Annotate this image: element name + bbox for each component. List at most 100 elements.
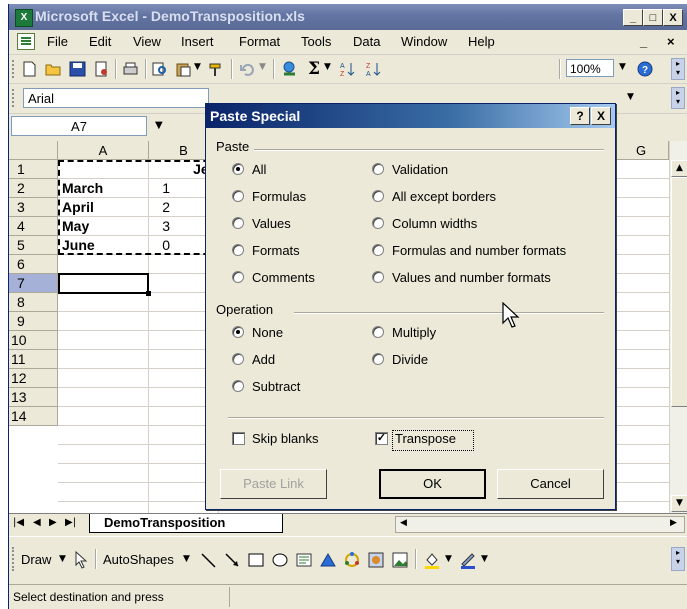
workbook-minimize-button[interactable]: _	[640, 34, 647, 49]
wordart-tool-icon[interactable]	[319, 551, 337, 569]
name-box-dropdown-icon[interactable]: ▼	[155, 120, 163, 131]
name-box[interactable]: A7	[11, 116, 147, 136]
menu-format[interactable]: Format	[239, 34, 280, 49]
arrow-tool-icon[interactable]	[223, 551, 241, 569]
sheet-tab-bar: |◀ ◀ ▶ ▶| DemoTransposition ◀ ▶	[9, 513, 687, 536]
new-icon[interactable]	[21, 61, 38, 77]
row-header[interactable]: 11	[9, 350, 58, 369]
column-header-g[interactable]: G	[614, 141, 669, 160]
paste-dropdown-icon[interactable]: ▼	[194, 62, 201, 72]
workbook-icon[interactable]	[17, 33, 35, 50]
zoom-select[interactable]: 100%	[566, 59, 614, 77]
dialog-title-bar[interactable]: Paste Special ? X	[206, 104, 615, 128]
paste-icon[interactable]	[175, 61, 192, 77]
first-sheet-icon[interactable]: |◀	[13, 517, 24, 528]
dialog-help-button[interactable]: ?	[570, 107, 590, 125]
row-header[interactable]: 13	[9, 388, 58, 407]
row-header[interactable]: 8	[9, 293, 58, 312]
close-button[interactable]: X	[663, 9, 683, 26]
menu-window[interactable]: Window	[401, 34, 447, 49]
scroll-right-button[interactable]: ▶	[670, 518, 677, 528]
picture-tool-icon[interactable]	[391, 551, 409, 569]
scroll-thumb[interactable]	[671, 177, 687, 407]
autosum-dropdown-icon[interactable]: ▼	[324, 62, 331, 72]
minimize-button[interactable]: _	[623, 9, 643, 26]
dialog-close-button[interactable]: X	[591, 107, 611, 125]
research-icon[interactable]	[151, 61, 168, 77]
menu-edit[interactable]: Edit	[89, 34, 111, 49]
print-icon[interactable]	[122, 61, 139, 77]
save-icon[interactable]	[69, 61, 86, 77]
diagram-tool-icon[interactable]	[343, 551, 361, 569]
row-header-selected[interactable]: 7	[9, 274, 58, 293]
textbox-tool-icon[interactable]	[295, 551, 313, 569]
sort-descending-icon[interactable]: ZA	[365, 61, 382, 77]
horizontal-scrollbar[interactable]: ◀ ▶	[395, 516, 685, 533]
fill-handle[interactable]	[146, 291, 151, 296]
toolbar-grip[interactable]	[12, 89, 17, 107]
fill-color-dropdown-icon[interactable]: ▼	[445, 554, 452, 564]
cancel-button[interactable]: Cancel	[497, 469, 604, 499]
rectangle-tool-icon[interactable]	[247, 551, 265, 569]
menu-tools[interactable]: Tools	[301, 34, 331, 49]
line-color-icon[interactable]	[459, 551, 477, 569]
line-tool-icon[interactable]	[199, 551, 217, 569]
font-select[interactable]: Arial	[23, 88, 209, 108]
permission-icon[interactable]	[93, 61, 110, 77]
row-header[interactable]: 3	[9, 198, 58, 217]
row-header[interactable]: 10	[9, 331, 58, 350]
row-header[interactable]: 4	[9, 217, 58, 236]
autosum-icon[interactable]: Σ	[308, 59, 320, 79]
open-icon[interactable]	[45, 61, 62, 77]
row-header[interactable]: 12	[9, 369, 58, 388]
row-header[interactable]: 14	[9, 407, 58, 426]
zoom-dropdown-icon[interactable]: ▼	[619, 62, 626, 72]
hyperlink-icon[interactable]	[281, 61, 298, 77]
toolbar-options-icon[interactable]: ▸ ▾	[671, 547, 685, 571]
toolbar-grip[interactable]	[12, 60, 17, 78]
next-sheet-icon[interactable]: ▶	[49, 517, 57, 528]
select-all-corner[interactable]	[9, 141, 58, 160]
select-objects-icon[interactable]	[73, 551, 89, 569]
scroll-down-button[interactable]: ▼	[671, 495, 687, 512]
workbook-close-button[interactable]: ×	[667, 34, 675, 49]
autoshapes-menu-button[interactable]: AutoShapes	[103, 552, 174, 567]
toolbar-options-icon[interactable]: ▸ ▾	[671, 58, 685, 80]
autoshapes-dropdown-icon[interactable]: ▼	[183, 554, 190, 564]
paste-link-button[interactable]: Paste Link	[220, 469, 327, 499]
ok-button[interactable]: OK	[379, 469, 486, 499]
row-header[interactable]: 9	[9, 312, 58, 331]
fill-color-icon[interactable]	[423, 551, 441, 569]
clipart-tool-icon[interactable]	[367, 551, 385, 569]
menu-data[interactable]: Data	[353, 34, 380, 49]
line-color-dropdown-icon[interactable]: ▼	[481, 554, 488, 564]
column-header-a[interactable]: A	[58, 141, 149, 160]
vertical-scrollbar[interactable]: ▲ ▼	[669, 141, 687, 513]
undo-dropdown-icon[interactable]: ▼	[259, 62, 266, 72]
draw-menu-button[interactable]: Draw	[21, 552, 51, 567]
font-color-dropdown-icon[interactable]: ▼	[627, 92, 634, 102]
toolbar-grip[interactable]	[12, 547, 17, 571]
menu-file[interactable]: File	[47, 34, 68, 49]
scroll-up-button[interactable]: ▲	[671, 160, 687, 177]
menu-insert[interactable]: Insert	[181, 34, 214, 49]
menu-help[interactable]: Help	[468, 34, 495, 49]
draw-dropdown-icon[interactable]: ▼	[59, 554, 66, 564]
active-cell-a7[interactable]	[58, 273, 149, 294]
undo-icon[interactable]	[239, 61, 256, 77]
row-header[interactable]: 1	[9, 160, 58, 179]
prev-sheet-icon[interactable]: ◀	[33, 517, 41, 528]
sheet-tab-active[interactable]: DemoTransposition	[89, 514, 283, 533]
row-header[interactable]: 6	[9, 255, 58, 274]
format-painter-icon[interactable]	[207, 61, 224, 77]
scroll-left-button[interactable]: ◀	[400, 518, 407, 528]
row-header[interactable]: 2	[9, 179, 58, 198]
help-icon[interactable]: ?	[637, 61, 654, 77]
toolbar-options-icon[interactable]: ▸ ▾	[671, 87, 685, 109]
last-sheet-icon[interactable]: ▶|	[65, 517, 76, 528]
menu-view[interactable]: View	[133, 34, 161, 49]
row-header[interactable]: 5	[9, 236, 58, 255]
oval-tool-icon[interactable]	[271, 551, 289, 569]
sort-ascending-icon[interactable]: AZ	[339, 61, 356, 77]
maximize-button[interactable]: □	[643, 9, 663, 26]
